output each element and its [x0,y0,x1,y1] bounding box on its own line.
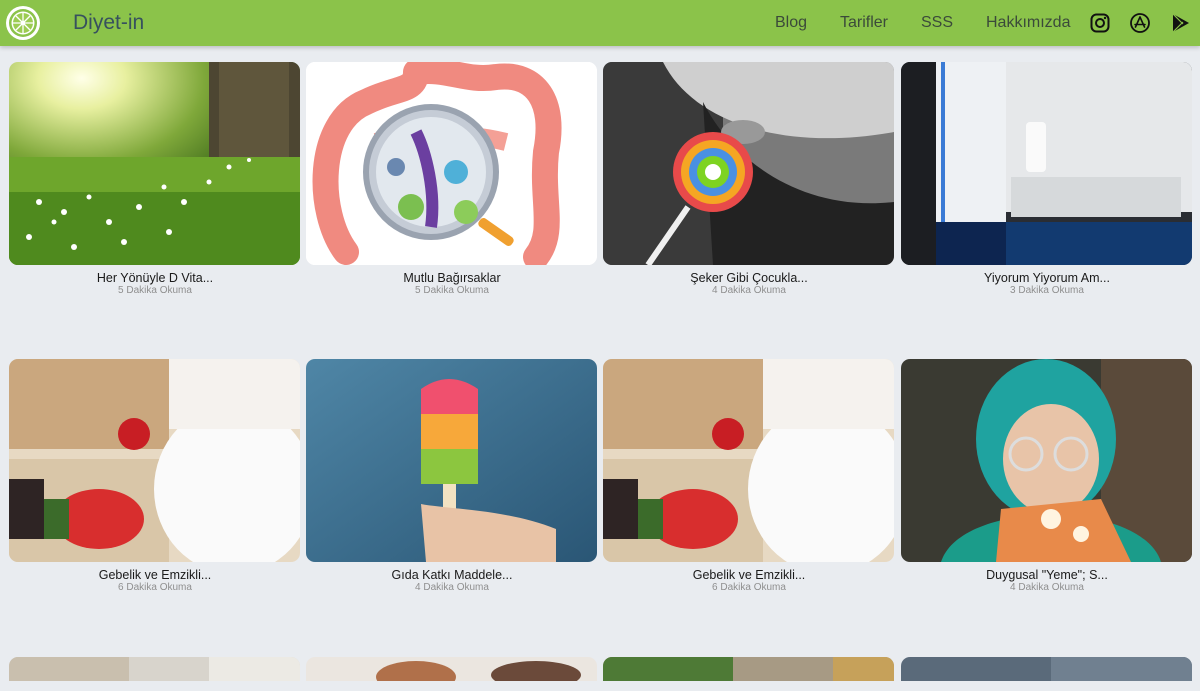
instagram-icon[interactable] [1089,12,1111,34]
article-title[interactable]: Şeker Gibi Çocukla... [603,271,895,285]
top-navbar: Diyet-in Blog Tarifler SSS Hakkımızda [0,0,1200,46]
nav-sss[interactable]: SSS [921,14,953,32]
article-card[interactable] [603,657,895,681]
child-lollipop-image[interactable] [603,62,894,265]
nav-hakkimizda[interactable]: Hakkımızda [986,14,1070,32]
article-card[interactable]: Mutlu Bağırsaklar 5 Dakika Okuma [306,62,598,297]
google-play-icon[interactable] [1170,12,1192,34]
popsicle-image[interactable] [306,359,597,562]
sunlit-meadow-image[interactable] [9,62,300,265]
gut-bacteria-illustration[interactable] [306,62,597,265]
article-card[interactable]: Gebelik ve Emzikli... 6 Dakika Okuma [9,359,301,594]
article-card[interactable]: Şeker Gibi Çocukla... 4 Dakika Okuma [603,62,895,297]
article-title[interactable]: Yiyorum Yiyorum Am... [901,271,1193,285]
article-title[interactable]: Mutlu Bağırsaklar [306,271,598,285]
brand-name[interactable]: Diyet-in [73,11,144,35]
article-title[interactable]: Gebelik ve Emzikli... [9,568,301,582]
nav-tarifler[interactable]: Tarifler [840,14,888,32]
article-image[interactable] [901,657,1192,681]
app-store-icon[interactable] [1129,12,1151,34]
teal-hair-pizza-image[interactable] [901,359,1192,562]
article-title[interactable]: Gebelik ve Emzikli... [603,568,895,582]
pregnant-apple-image[interactable] [9,359,300,562]
article-card[interactable] [306,657,598,681]
article-card[interactable] [901,657,1193,681]
article-title[interactable]: Her Yönüyle D Vita... [9,271,301,285]
read-time: 5 Dakika Okuma [415,285,489,296]
read-time: 5 Dakika Okuma [118,285,192,296]
pregnant-apple-image[interactable] [603,359,894,562]
article-card[interactable]: Her Yönüyle D Vita... 5 Dakika Okuma [9,62,301,297]
article-image[interactable] [603,657,894,681]
lime-slice-icon[interactable] [6,6,40,40]
article-image[interactable] [9,657,300,681]
article-title[interactable]: Gıda Katkı Maddele... [306,568,598,582]
read-time: 4 Dakika Okuma [1010,582,1084,593]
nav-blog[interactable]: Blog [775,14,807,32]
article-card[interactable]: Gebelik ve Emzikli... 6 Dakika Okuma [603,359,895,594]
article-card[interactable] [9,657,301,681]
read-time: 6 Dakika Okuma [118,582,192,593]
article-title[interactable]: Duygusal "Yeme"; S... [901,568,1193,582]
article-image[interactable] [306,657,597,681]
read-time: 3 Dakika Okuma [1010,285,1084,296]
open-fridge-image[interactable] [901,62,1192,265]
article-card[interactable]: Duygusal "Yeme"; S... 4 Dakika Okuma [901,359,1193,594]
read-time: 4 Dakika Okuma [712,285,786,296]
read-time: 6 Dakika Okuma [712,582,786,593]
article-card[interactable]: Gıda Katkı Maddele... 4 Dakika Okuma [306,359,598,594]
article-card[interactable]: Yiyorum Yiyorum Am... 3 Dakika Okuma [901,62,1193,297]
read-time: 4 Dakika Okuma [415,582,489,593]
